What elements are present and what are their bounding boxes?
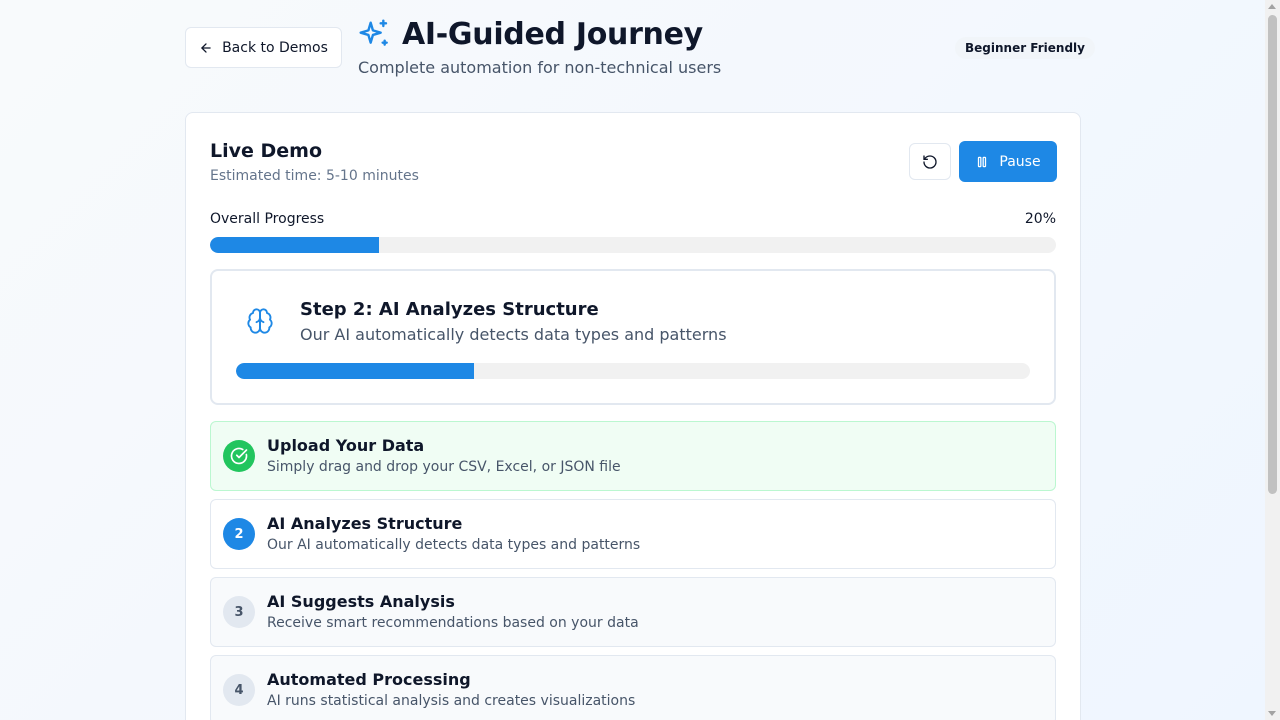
sparkles-icon — [359, 19, 388, 46]
card-title: Live Demo — [210, 140, 323, 162]
overall-progress-label: Overall Progress — [210, 211, 325, 227]
overall-progress-bar — [210, 237, 1056, 253]
step-status-complete — [223, 440, 255, 472]
overall-progress-percent: 20% — [1024, 211, 1056, 227]
difficulty-badge: Beginner Friendly — [955, 37, 1095, 59]
step-item-analyze[interactable]: 2 AI Analyzes Structure Our AI automatic… — [210, 499, 1056, 569]
live-demo-card: Live Demo Estimated time: 5-10 minutes P… — [185, 112, 1081, 720]
pause-button-label: Pause — [999, 153, 1041, 170]
pause-button[interactable]: Pause — [959, 141, 1057, 182]
step-name: AI Analyzes Structure — [267, 514, 463, 533]
brain-icon — [247, 308, 273, 334]
check-circle-icon — [230, 447, 248, 465]
estimated-time: Estimated time: 5-10 minutes — [210, 168, 419, 184]
step-description: Simply drag and drop your CSV, Excel, or… — [267, 459, 621, 475]
step-item-upload[interactable]: Upload Your Data Simply drag and drop yo… — [210, 421, 1056, 491]
current-step-panel: Step 2: AI Analyzes Structure Our AI aut… — [210, 269, 1056, 405]
scroll-up-arrow-icon[interactable] — [1268, 4, 1276, 9]
current-step-description: Our AI automatically detects data types … — [300, 325, 727, 344]
reset-button[interactable] — [909, 143, 951, 180]
scroll-thumb[interactable] — [1268, 15, 1277, 494]
step-description: AI runs statistical analysis and creates… — [267, 693, 636, 709]
scroll-down-arrow-icon[interactable] — [1268, 711, 1276, 716]
back-to-demos-button[interactable]: Back to Demos — [185, 27, 342, 68]
rotate-ccw-icon — [923, 154, 937, 169]
step-item-processing[interactable]: 4 Automated Processing AI runs statistic… — [210, 655, 1056, 720]
back-button-label: Back to Demos — [222, 39, 328, 56]
step-progress-fill — [236, 363, 475, 379]
page-subtitle: Complete automation for non-technical us… — [358, 58, 722, 77]
page-header: AI-Guided Journey Complete automation fo… — [358, 14, 722, 78]
pause-icon — [978, 156, 987, 167]
overall-progress-fill — [210, 237, 380, 253]
step-number: 3 — [223, 596, 255, 628]
page-scrollbar[interactable] — [1265, 0, 1280, 720]
step-number: 4 — [223, 674, 255, 706]
step-progress-bar — [236, 363, 1030, 379]
step-description: Our AI automatically detects data types … — [267, 537, 641, 553]
step-number: 2 — [223, 518, 255, 550]
step-name: AI Suggests Analysis — [267, 592, 455, 611]
step-name: Upload Your Data — [267, 436, 425, 455]
arrow-left-icon — [201, 42, 211, 53]
step-item-suggest[interactable]: 3 AI Suggests Analysis Receive smart rec… — [210, 577, 1056, 647]
page-title: AI-Guided Journey — [402, 16, 703, 52]
step-name: Automated Processing — [267, 670, 471, 689]
step-description: Receive smart recommendations based on y… — [267, 615, 639, 631]
current-step-title: Step 2: AI Analyzes Structure — [300, 299, 599, 320]
